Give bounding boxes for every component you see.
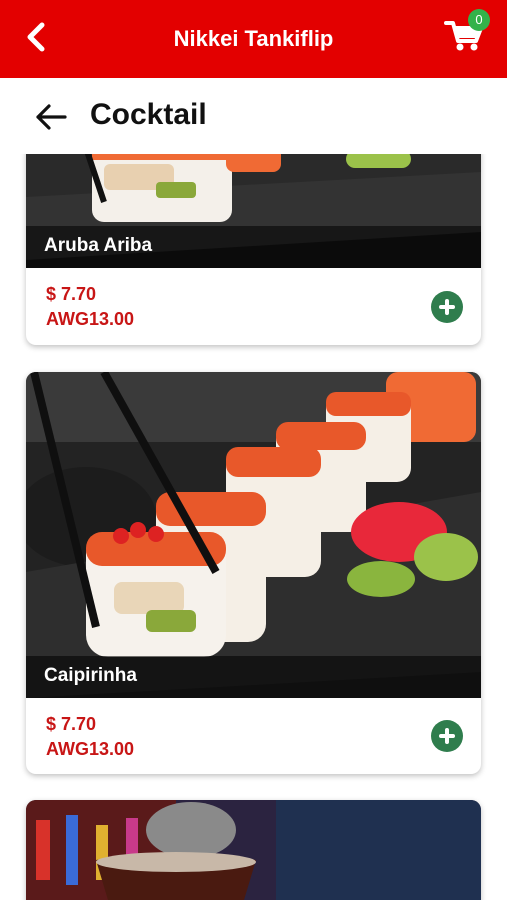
plus-circle-icon[interactable] [431, 720, 463, 752]
price-awg: AWG13.00 [46, 309, 135, 329]
product-name: Aruba Ariba [44, 235, 153, 256]
page-header: Cocktail [0, 78, 507, 154]
sushi-photo [26, 372, 481, 698]
plus-circle-icon[interactable] [431, 291, 463, 323]
top-app-bar: Nikkei Tankiflip 0 [0, 0, 507, 78]
product-image: Caipirinha [26, 372, 481, 698]
product-name-bar: Aruba Ariba [26, 226, 481, 268]
arrow-left-icon[interactable] [34, 102, 68, 132]
product-name-bar: Caipirinha [26, 656, 481, 698]
product-card[interactable]: Caipirinha $ 7.70 AWG13.00 [26, 372, 481, 774]
product-image [26, 800, 481, 900]
product-card[interactable]: Aruba Ariba $ 7.70 AWG13.00 [26, 154, 481, 345]
cart-count-badge: 0 [468, 9, 490, 31]
cocktail-photo [26, 800, 481, 900]
product-list[interactable]: Aruba Ariba $ 7.70 AWG13.00 Caipirinha $… [0, 154, 507, 900]
product-image: Aruba Ariba [26, 154, 481, 268]
price-usd: $ 7.70 [46, 714, 97, 734]
price-usd: $ 7.70 [46, 284, 97, 304]
product-name: Caipirinha [44, 665, 137, 686]
page-title: Cocktail [90, 98, 207, 131]
app-title: Nikkei Tankiflip [173, 26, 334, 51]
price-awg: AWG13.00 [46, 739, 135, 759]
product-card[interactable] [26, 800, 481, 900]
